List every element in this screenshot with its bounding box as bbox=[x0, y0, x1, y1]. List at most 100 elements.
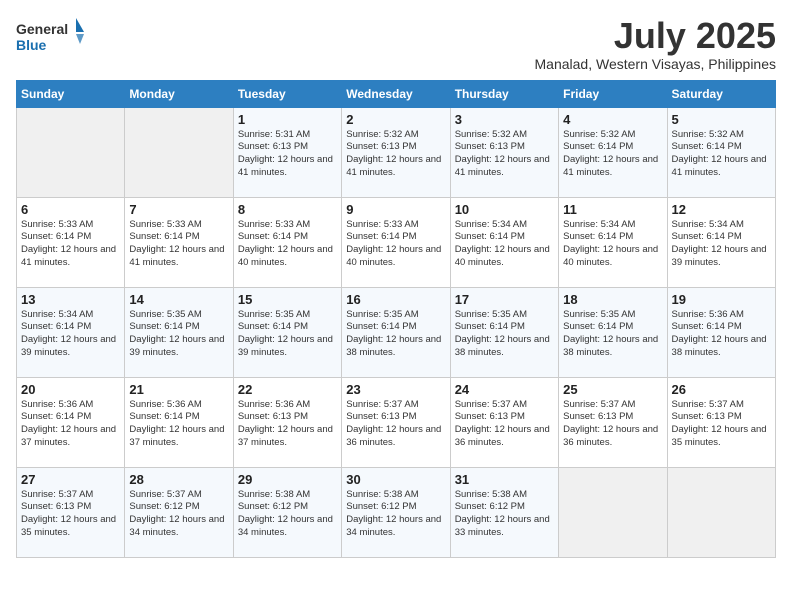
day-info: Sunrise: 5:36 AM Sunset: 6:14 PM Dayligh… bbox=[21, 399, 120, 450]
day-info: Sunrise: 5:38 AM Sunset: 6:12 PM Dayligh… bbox=[238, 489, 337, 540]
calendar-title: July 2025 bbox=[535, 16, 777, 56]
day-cell: 12Sunrise: 5:34 AM Sunset: 6:14 PM Dayli… bbox=[667, 197, 775, 287]
day-cell: 22 Sunrise: 5:36 AM Sunset: 6:13 PM Dayli… bbox=[233, 377, 341, 467]
day-info: Sunrise: 5:37 AM Sunset: 6:13 PM Dayligh… bbox=[21, 489, 120, 540]
day-cell: 23 Sunrise: 5:37 AM Sunset: 6:13 PM Dayli… bbox=[342, 377, 450, 467]
weekday-header-row: SundayMondayTuesdayWednesdayThursdayFrid… bbox=[17, 80, 776, 107]
day-info: Sunrise: 5:32 AM Sunset: 6:13 PM Dayligh… bbox=[455, 129, 554, 180]
day-cell bbox=[17, 107, 125, 197]
day-number: 22 bbox=[238, 382, 337, 397]
day-number: 6 bbox=[21, 202, 120, 217]
day-cell: 7 Sunrise: 5:33 AM Sunset: 6:14 PM Daylig… bbox=[125, 197, 233, 287]
day-cell: 20 Sunrise: 5:36 AM Sunset: 6:14 PM Dayli… bbox=[17, 377, 125, 467]
day-info: Sunrise: 5:37 AM Sunset: 6:13 PM Dayligh… bbox=[455, 399, 554, 450]
day-number: 17 bbox=[455, 292, 554, 307]
day-cell: 29Sunrise: 5:38 AM Sunset: 6:12 PM Dayli… bbox=[233, 467, 341, 557]
day-info: Sunrise: 5:37 AM Sunset: 6:13 PM Dayligh… bbox=[563, 399, 662, 450]
day-cell: 31 Sunrise: 5:38 AM Sunset: 6:12 PM Dayli… bbox=[450, 467, 558, 557]
day-info: Sunrise: 5:35 AM Sunset: 6:14 PM Dayligh… bbox=[455, 309, 554, 360]
day-info: Sunrise: 5:37 AM Sunset: 6:13 PM Dayligh… bbox=[672, 399, 771, 450]
weekday-header-saturday: Saturday bbox=[667, 80, 775, 107]
day-cell: 11 Sunrise: 5:34 AM Sunset: 6:14 PM Dayli… bbox=[559, 197, 667, 287]
weekday-header-thursday: Thursday bbox=[450, 80, 558, 107]
day-number: 31 bbox=[455, 472, 554, 487]
day-info: Sunrise: 5:35 AM Sunset: 6:14 PM Dayligh… bbox=[129, 309, 228, 360]
day-cell: 25 Sunrise: 5:37 AM Sunset: 6:13 PM Dayli… bbox=[559, 377, 667, 467]
week-row-3: 13Sunrise: 5:34 AM Sunset: 6:14 PM Dayli… bbox=[17, 287, 776, 377]
day-number: 1 bbox=[238, 112, 337, 127]
week-row-2: 6 Sunrise: 5:33 AM Sunset: 6:14 PM Daylig… bbox=[17, 197, 776, 287]
day-cell: 10Sunrise: 5:34 AM Sunset: 6:14 PM Dayli… bbox=[450, 197, 558, 287]
weekday-header-wednesday: Wednesday bbox=[342, 80, 450, 107]
day-info: Sunrise: 5:33 AM Sunset: 6:14 PM Dayligh… bbox=[129, 219, 228, 270]
day-number: 12 bbox=[672, 202, 771, 217]
day-info: Sunrise: 5:35 AM Sunset: 6:14 PM Dayligh… bbox=[346, 309, 445, 360]
day-number: 9 bbox=[346, 202, 445, 217]
day-cell: 18 Sunrise: 5:35 AM Sunset: 6:14 PM Dayli… bbox=[559, 287, 667, 377]
day-cell: 30 Sunrise: 5:38 AM Sunset: 6:12 PM Dayli… bbox=[342, 467, 450, 557]
day-number: 19 bbox=[672, 292, 771, 307]
day-number: 27 bbox=[21, 472, 120, 487]
svg-text:Blue: Blue bbox=[16, 37, 47, 53]
day-info: Sunrise: 5:33 AM Sunset: 6:14 PM Dayligh… bbox=[346, 219, 445, 270]
day-info: Sunrise: 5:33 AM Sunset: 6:14 PM Dayligh… bbox=[238, 219, 337, 270]
day-cell bbox=[125, 107, 233, 197]
day-number: 23 bbox=[346, 382, 445, 397]
day-number: 28 bbox=[129, 472, 228, 487]
day-cell: 24 Sunrise: 5:37 AM Sunset: 6:13 PM Dayli… bbox=[450, 377, 558, 467]
day-number: 30 bbox=[346, 472, 445, 487]
day-number: 18 bbox=[563, 292, 662, 307]
day-number: 21 bbox=[129, 382, 228, 397]
day-number: 24 bbox=[455, 382, 554, 397]
day-number: 20 bbox=[21, 382, 120, 397]
page-header: General Blue July 2025 Manalad, Western … bbox=[16, 16, 776, 72]
day-info: Sunrise: 5:37 AM Sunset: 6:12 PM Dayligh… bbox=[129, 489, 228, 540]
day-number: 25 bbox=[563, 382, 662, 397]
day-cell: 2 Sunrise: 5:32 AM Sunset: 6:13 PM Daylig… bbox=[342, 107, 450, 197]
day-number: 4 bbox=[563, 112, 662, 127]
day-cell: 16Sunrise: 5:35 AM Sunset: 6:14 PM Dayli… bbox=[342, 287, 450, 377]
day-cell: 13Sunrise: 5:34 AM Sunset: 6:14 PM Dayli… bbox=[17, 287, 125, 377]
day-cell: 26Sunrise: 5:37 AM Sunset: 6:13 PM Dayli… bbox=[667, 377, 775, 467]
day-number: 3 bbox=[455, 112, 554, 127]
calendar-table: SundayMondayTuesdayWednesdayThursdayFrid… bbox=[16, 80, 776, 558]
day-cell: 4Sunrise: 5:32 AM Sunset: 6:14 PM Daylig… bbox=[559, 107, 667, 197]
day-number: 11 bbox=[563, 202, 662, 217]
logo: General Blue bbox=[16, 16, 86, 56]
day-number: 14 bbox=[129, 292, 228, 307]
calendar-subtitle: Manalad, Western Visayas, Philippines bbox=[535, 56, 777, 72]
week-row-4: 20 Sunrise: 5:36 AM Sunset: 6:14 PM Dayli… bbox=[17, 377, 776, 467]
day-cell: 17 Sunrise: 5:35 AM Sunset: 6:14 PM Dayli… bbox=[450, 287, 558, 377]
day-number: 10 bbox=[455, 202, 554, 217]
day-info: Sunrise: 5:37 AM Sunset: 6:13 PM Dayligh… bbox=[346, 399, 445, 450]
weekday-header-sunday: Sunday bbox=[17, 80, 125, 107]
svg-text:General: General bbox=[16, 21, 68, 37]
day-info: Sunrise: 5:31 AM Sunset: 6:13 PM Dayligh… bbox=[238, 129, 337, 180]
weekday-header-monday: Monday bbox=[125, 80, 233, 107]
day-info: Sunrise: 5:38 AM Sunset: 6:12 PM Dayligh… bbox=[455, 489, 554, 540]
day-number: 15 bbox=[238, 292, 337, 307]
day-info: Sunrise: 5:35 AM Sunset: 6:14 PM Dayligh… bbox=[238, 309, 337, 360]
week-row-1: 1 Sunrise: 5:31 AM Sunset: 6:13 PM Daylig… bbox=[17, 107, 776, 197]
day-number: 2 bbox=[346, 112, 445, 127]
day-cell: 5Sunrise: 5:32 AM Sunset: 6:14 PM Daylig… bbox=[667, 107, 775, 197]
day-cell bbox=[559, 467, 667, 557]
day-info: Sunrise: 5:32 AM Sunset: 6:13 PM Dayligh… bbox=[346, 129, 445, 180]
title-block: July 2025 Manalad, Western Visayas, Phil… bbox=[535, 16, 777, 72]
weekday-header-friday: Friday bbox=[559, 80, 667, 107]
day-info: Sunrise: 5:38 AM Sunset: 6:12 PM Dayligh… bbox=[346, 489, 445, 540]
day-info: Sunrise: 5:35 AM Sunset: 6:14 PM Dayligh… bbox=[563, 309, 662, 360]
day-number: 13 bbox=[21, 292, 120, 307]
day-cell: 3 Sunrise: 5:32 AM Sunset: 6:13 PM Daylig… bbox=[450, 107, 558, 197]
day-number: 8 bbox=[238, 202, 337, 217]
logo-svg: General Blue bbox=[16, 16, 86, 56]
day-cell: 9 Sunrise: 5:33 AM Sunset: 6:14 PM Daylig… bbox=[342, 197, 450, 287]
day-cell bbox=[667, 467, 775, 557]
day-number: 7 bbox=[129, 202, 228, 217]
day-info: Sunrise: 5:36 AM Sunset: 6:13 PM Dayligh… bbox=[238, 399, 337, 450]
day-cell: 28 Sunrise: 5:37 AM Sunset: 6:12 PM Dayli… bbox=[125, 467, 233, 557]
day-cell: 21Sunrise: 5:36 AM Sunset: 6:14 PM Dayli… bbox=[125, 377, 233, 467]
day-info: Sunrise: 5:34 AM Sunset: 6:14 PM Dayligh… bbox=[563, 219, 662, 270]
day-cell: 19Sunrise: 5:36 AM Sunset: 6:14 PM Dayli… bbox=[667, 287, 775, 377]
day-cell: 6Sunrise: 5:33 AM Sunset: 6:14 PM Daylig… bbox=[17, 197, 125, 287]
